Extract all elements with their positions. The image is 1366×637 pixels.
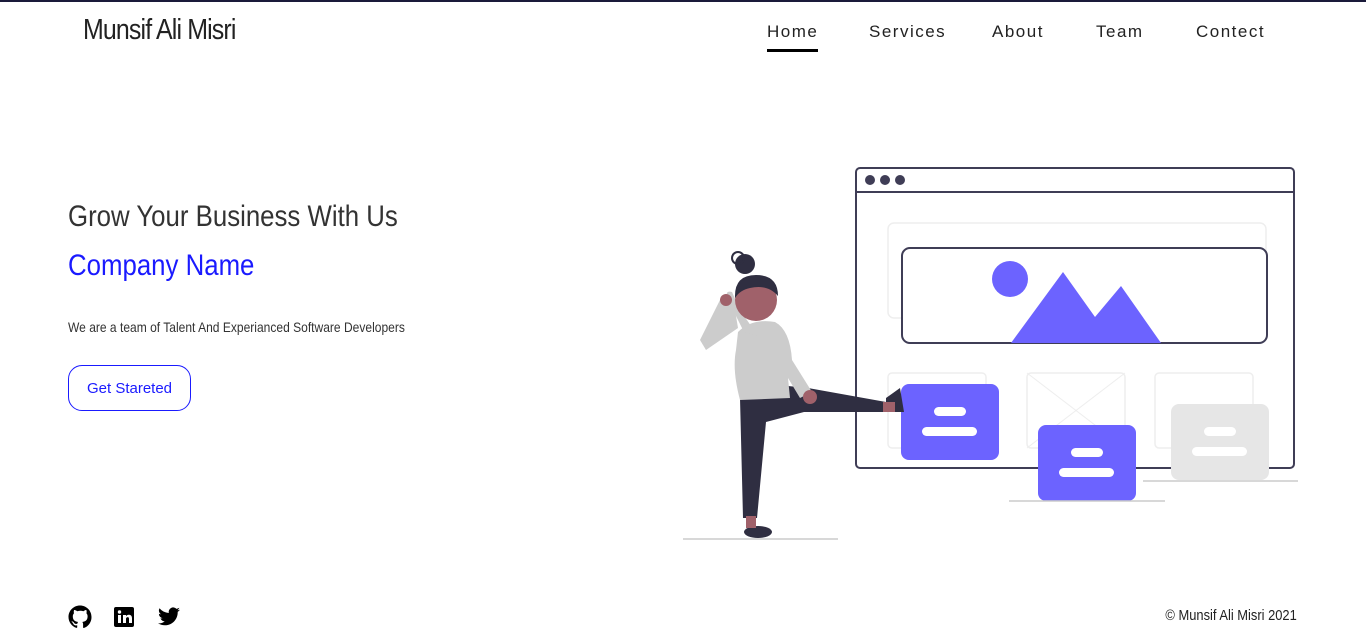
nav-about[interactable]: About	[992, 22, 1044, 42]
copyright-text: © Munsif Ali Misri 2021	[1165, 607, 1297, 624]
linkedin-icon[interactable]	[112, 605, 136, 629]
hero-tagline: We are a team of Talent And Experianced …	[68, 319, 405, 335]
nav-home[interactable]: Home	[767, 22, 819, 52]
github-icon[interactable]	[68, 605, 92, 629]
hero-title: Grow Your Business With Us	[68, 200, 398, 233]
main-nav: Home Services About Team Contect	[0, 22, 1366, 54]
company-name: Company Name	[68, 249, 255, 282]
top-border	[0, 0, 1366, 2]
get-started-button[interactable]: Get Stareted	[68, 365, 191, 411]
nav-services[interactable]: Services	[869, 22, 946, 42]
person-kicking-website-illustration	[683, 167, 1298, 540]
nav-contact[interactable]: Contect	[1196, 22, 1265, 42]
nav-team[interactable]: Team	[1096, 22, 1144, 42]
twitter-icon[interactable]	[157, 605, 181, 629]
